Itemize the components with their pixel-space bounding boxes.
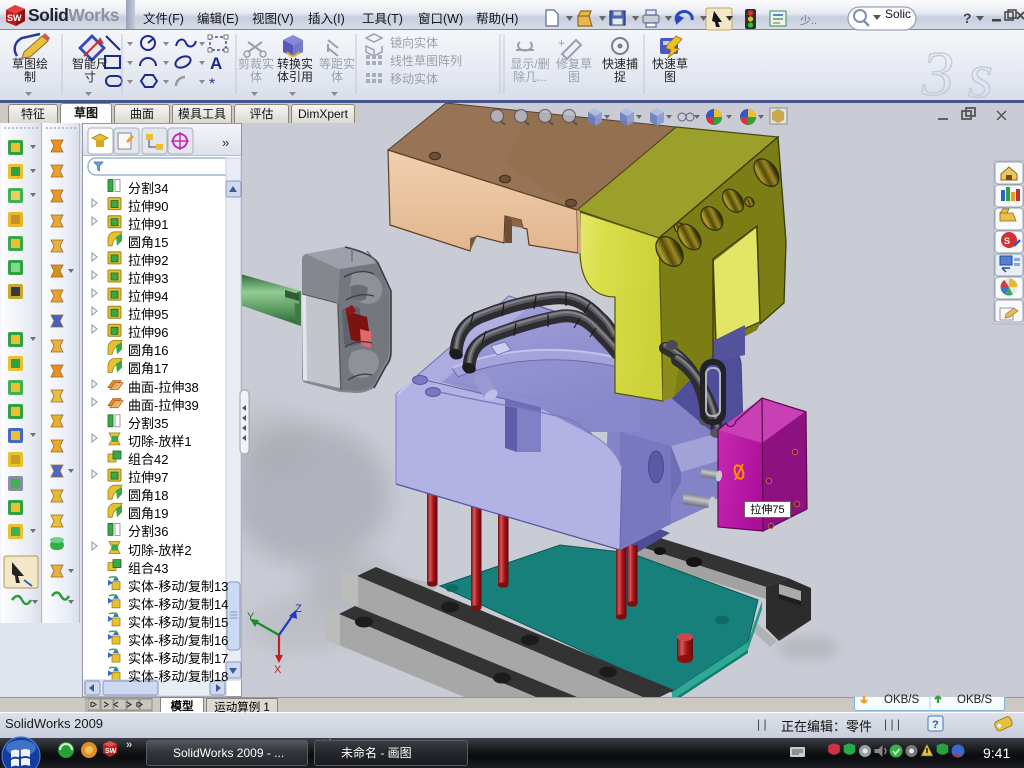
svg-text:SW: SW — [105, 748, 117, 755]
svg-text:A: A — [210, 54, 222, 73]
svg-text:少..: 少.. — [800, 14, 817, 27]
svg-text:s: s — [968, 40, 993, 111]
svg-text:S: S — [1004, 236, 1010, 246]
svg-text:3: 3 — [921, 38, 954, 109]
svg-text:*: * — [209, 76, 215, 93]
svg-text:»: » — [222, 135, 229, 150]
svg-text:Z: Z — [295, 603, 302, 615]
svg-text:Y: Y — [247, 611, 255, 623]
svg-text:SW: SW — [7, 13, 22, 23]
svg-text:»: » — [126, 739, 132, 751]
svg-text:+: + — [558, 36, 565, 50]
svg-text:?: ? — [963, 10, 972, 26]
svg-text:?: ? — [932, 719, 939, 731]
svg-text:X: X — [274, 664, 282, 676]
svg-text:SW: SW — [154, 748, 165, 755]
